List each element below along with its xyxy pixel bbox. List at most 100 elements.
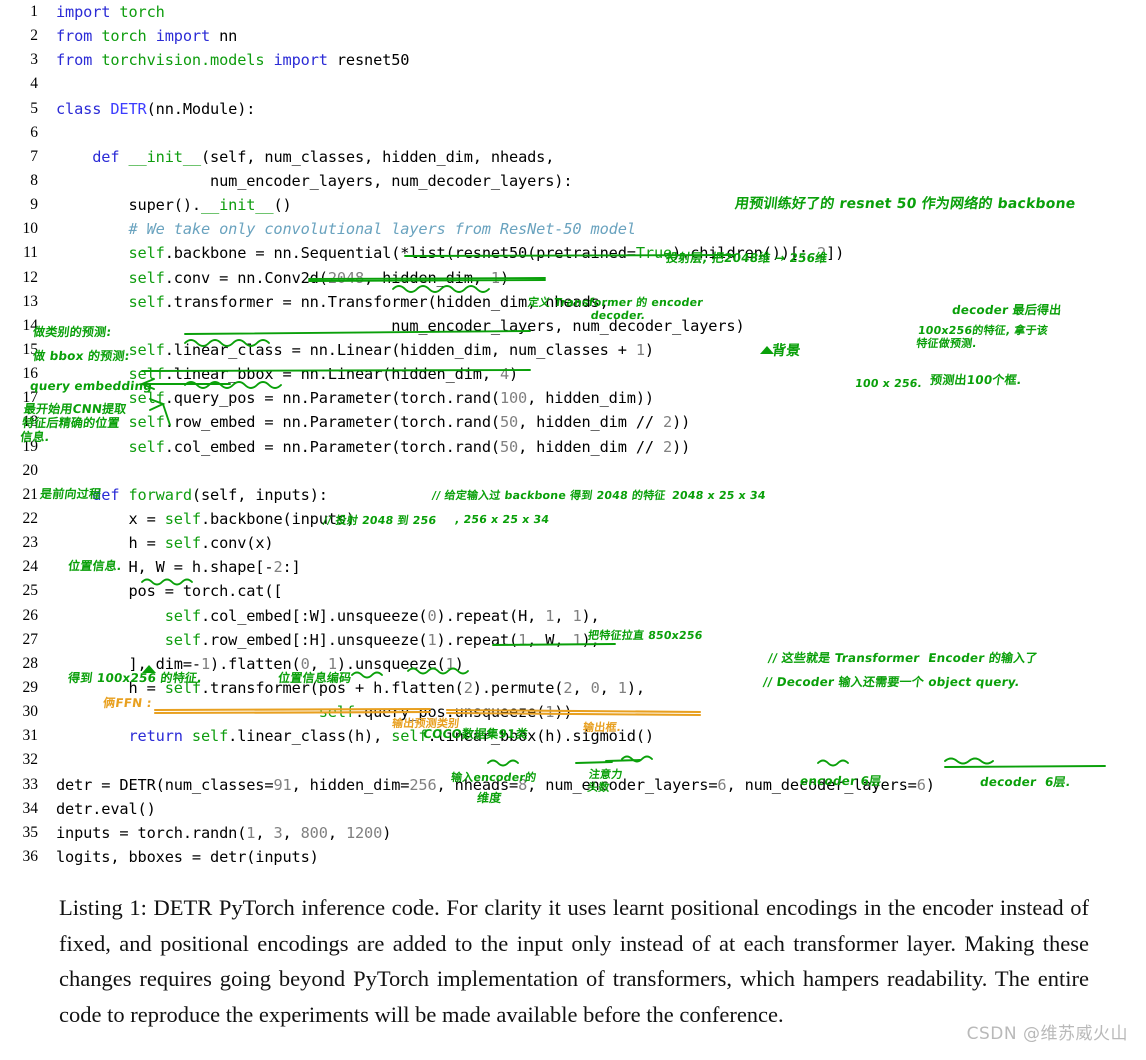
code-line: 10 # We take only convolutional layers f… (0, 217, 1146, 241)
code-line: 18 self.row_embed = nn.Parameter(torch.r… (0, 410, 1146, 434)
code-text: from torchvision.models import resnet50 (56, 51, 410, 70)
listing-caption: Listing 1: DETR PyTorch inference code. … (59, 895, 1089, 1027)
line-number: 24 (22, 558, 39, 576)
line-number: 22 (22, 509, 39, 527)
code-text: h = self.transformer(pos + h.flatten(2).… (56, 678, 645, 697)
line-number: 34 (22, 799, 39, 817)
code-line: 26 self.col_embed[:W].unsqueeze(0).repea… (0, 604, 1146, 628)
code-text: def __init__(self, num_classes, hidden_d… (92, 147, 555, 166)
code-text: self.col_embed = nn.Parameter(torch.rand… (128, 437, 691, 456)
code-line: 35 inputs = torch.randn(1, 3, 800, 1200) (0, 821, 1146, 845)
code-line: 34 detr.eval() (0, 797, 1146, 821)
code-line: 23 h = self.conv(x) (0, 531, 1146, 555)
line-number: 17 (22, 389, 39, 407)
code-text: self.backbone = nn.Sequential(*list(resn… (128, 244, 845, 263)
code-line: 29 h = self.transformer(pos + h.flatten(… (0, 676, 1146, 700)
line-number: 13 (22, 292, 39, 310)
line-number: 6 (30, 123, 38, 141)
code-line: 2 from torch import nn (0, 24, 1146, 48)
code-text: ], dim=-1).flatten(0, 1).unsqueeze(1) (56, 654, 464, 673)
code-text: def forward(self, inputs): (92, 485, 328, 504)
code-line: 14 num_encoder_layers, num_decoder_layer… (0, 314, 1146, 338)
code-text: x = self.backbone(inputs) (56, 509, 355, 528)
line-number: 18 (22, 413, 39, 431)
code-line: 33 detr = DETR(num_classes=91, hidden_dim… (0, 773, 1146, 797)
code-text: super().__init__() (56, 196, 292, 215)
code-line: 13 self.transformer = nn.Transformer(hid… (0, 290, 1146, 314)
line-number: 16 (22, 365, 39, 383)
code-line: 1 import torch (0, 0, 1146, 24)
csdn-watermark: CSDN @维苏威火山 (966, 1024, 1128, 1044)
code-line: 21 def forward(self, inputs): (0, 483, 1146, 507)
code-text: num_encoder_layers, num_decoder_layers): (56, 171, 573, 190)
code-line: 9 super().__init__() (0, 193, 1146, 217)
line-number: 20 (22, 461, 39, 479)
line-number: 7 (30, 147, 38, 165)
code-text: detr = DETR(num_classes=91, hidden_dim=2… (56, 775, 935, 794)
code-line: 8 num_encoder_layers, num_decoder_layers… (0, 169, 1146, 193)
code-text: H, W = h.shape[-2:] (56, 558, 301, 577)
code-text: num_encoder_layers, num_decoder_layers) (56, 316, 745, 335)
code-line: 30 self.query_pos.unsqueeze(1)) (0, 700, 1146, 724)
code-text: self.transformer = nn.Transformer(hidden… (128, 292, 609, 311)
code-line: 25 pos = torch.cat([ (0, 579, 1146, 603)
code-line: 12 self.conv = nn.Conv2d(2048, hidden_di… (0, 266, 1146, 290)
code-text: logits, bboxes = detr(inputs) (56, 847, 319, 866)
code-line: 27 self.row_embed[:H].unsqueeze(1).repea… (0, 628, 1146, 652)
code-line: 3 from torchvision.models import resnet50 (0, 48, 1146, 72)
line-number: 30 (22, 703, 39, 721)
line-number: 31 (22, 727, 39, 745)
line-number: 14 (22, 316, 39, 334)
line-number: 19 (22, 437, 39, 455)
code-listing: 1 import torch 2 from torch import nn 3 from … (0, 0, 1146, 866)
line-number: 8 (30, 171, 38, 189)
line-number: 23 (22, 534, 39, 552)
code-text: inputs = torch.randn(1, 3, 800, 1200) (56, 823, 392, 842)
code-line: 4 (0, 72, 1146, 96)
code-text: self.linear_bbox = nn.Linear(hidden_dim,… (128, 365, 519, 384)
code-line: 11 self.backbone = nn.Sequential(*list(r… (0, 241, 1146, 265)
line-number: 32 (22, 751, 39, 769)
code-text: class DETR(nn.Module): (56, 99, 256, 118)
line-number: 28 (22, 654, 39, 672)
code-line: 20 (0, 459, 1146, 483)
code-text: self.conv = nn.Conv2d(2048, hidden_dim, … (128, 268, 510, 287)
code-line: 5 class DETR(nn.Module): (0, 97, 1146, 121)
line-number: 26 (22, 606, 39, 624)
line-number: 27 (22, 630, 39, 648)
code-text: return self.linear_class(h), self.linear… (128, 727, 654, 746)
code-text: self.linear_class = nn.Linear(hidden_dim… (128, 340, 654, 359)
line-number: 29 (22, 678, 39, 696)
code-text: # We take only convolutional layers from… (128, 220, 636, 239)
code-line: 36 logits, bboxes = detr(inputs) (0, 845, 1146, 869)
code-line: 19 self.col_embed = nn.Parameter(torch.r… (0, 435, 1146, 459)
line-number: 36 (22, 847, 39, 865)
code-line: 6 (0, 121, 1146, 145)
line-number: 35 (22, 823, 39, 841)
line-number: 12 (22, 268, 39, 286)
code-line: 32 (0, 748, 1146, 772)
code-line: 31 return self.linear_class(h), self.lin… (0, 724, 1146, 748)
code-line: 15 self.linear_class = nn.Linear(hidden_… (0, 338, 1146, 362)
code-line: 16 self.linear_bbox = nn.Linear(hidden_d… (0, 362, 1146, 386)
code-text: self.col_embed[:W].unsqueeze(0).repeat(H… (164, 606, 600, 625)
line-number: 2 (30, 27, 38, 45)
code-text: self.row_embed[:H].unsqueeze(1).repeat(1… (164, 630, 600, 649)
line-number: 33 (22, 775, 39, 793)
line-number: 9 (30, 196, 38, 214)
line-number: 5 (30, 99, 38, 117)
code-line: 24 H, W = h.shape[-2:] (0, 555, 1146, 579)
line-number: 4 (30, 75, 38, 93)
code-text: detr.eval() (56, 799, 156, 818)
line-number: 10 (22, 220, 39, 238)
line-number: 3 (30, 51, 38, 69)
code-text: h = self.conv(x) (56, 534, 274, 553)
code-text: self.row_embed = nn.Parameter(torch.rand… (128, 413, 691, 432)
code-line: 17 self.query_pos = nn.Parameter(torch.r… (0, 386, 1146, 410)
line-number: 21 (22, 485, 39, 503)
line-number: 1 (30, 3, 38, 20)
code-text: self.query_pos = nn.Parameter(torch.rand… (128, 389, 654, 408)
code-text: from torch import nn (56, 27, 238, 46)
code-text: self.query_pos.unsqueeze(1)) (318, 703, 573, 722)
code-line: 22 x = self.backbone(inputs) (0, 507, 1146, 531)
